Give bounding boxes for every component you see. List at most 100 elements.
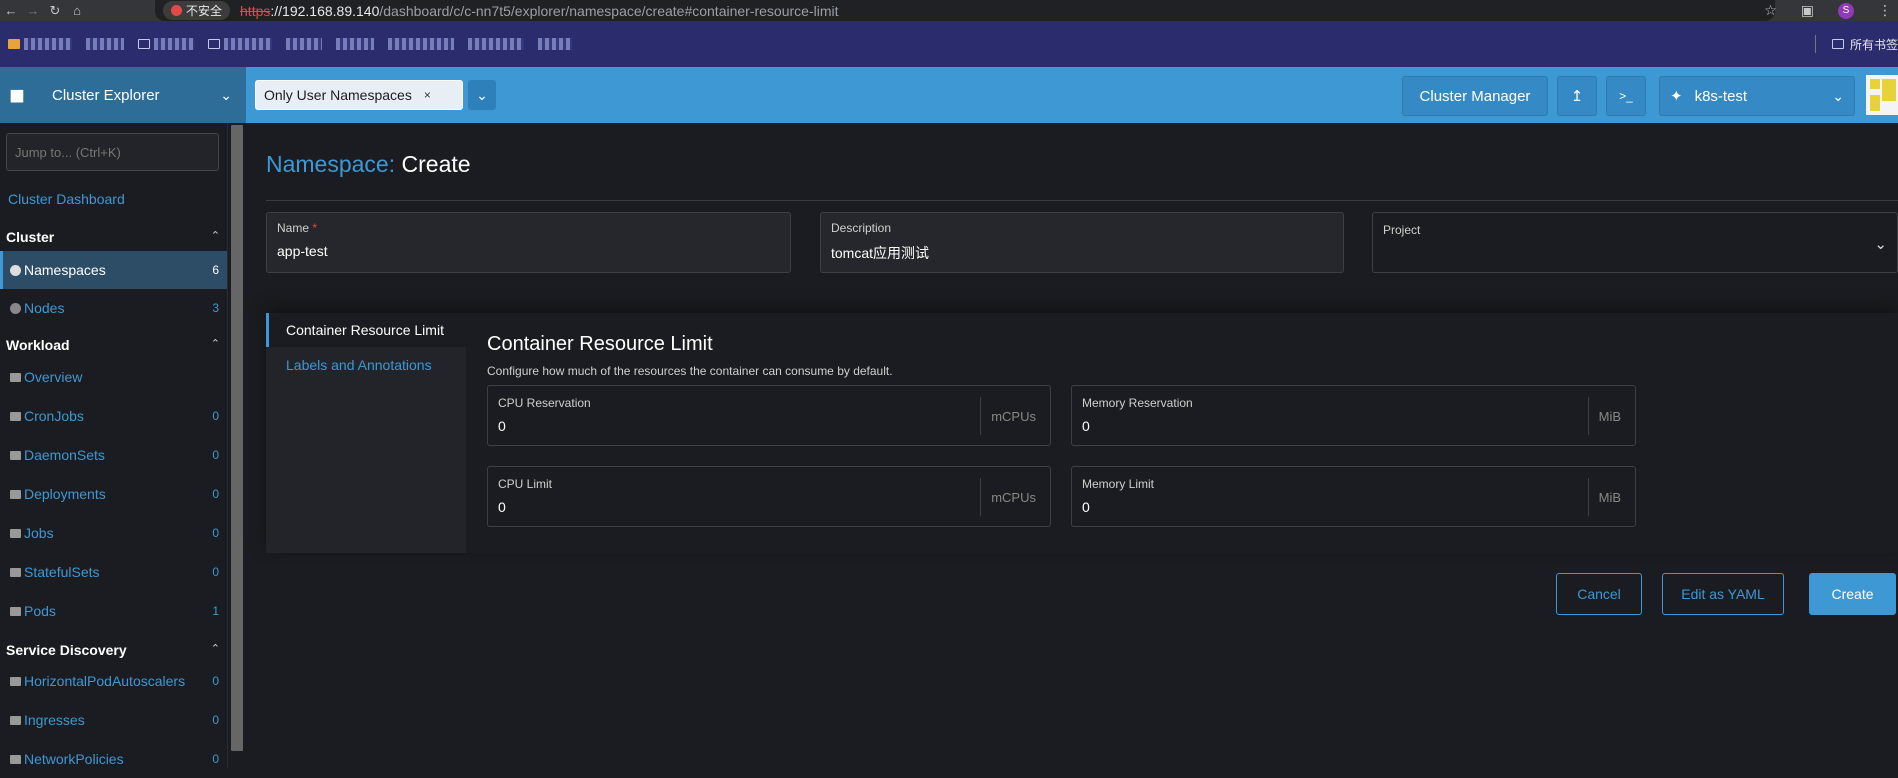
sidebar-item-cronjobs[interactable]: CronJobs 0	[0, 397, 227, 435]
bookmark-item[interactable]	[8, 37, 72, 51]
cancel-button[interactable]: Cancel	[1556, 573, 1642, 615]
sidebar-scrollbar[interactable]	[230, 123, 245, 768]
group-service-discovery[interactable]: Service Discovery ⌃	[6, 642, 220, 658]
sidebar: Jump to... (Ctrl+K) Cluster Dashboard Cl…	[0, 123, 228, 768]
item-count: 6	[212, 263, 219, 277]
cluster-dashboard-link[interactable]: Cluster Dashboard	[8, 191, 125, 207]
namespace-filter[interactable]: Only User Namespaces ×	[255, 80, 463, 110]
chevron-up-icon: ⌃	[210, 230, 220, 242]
sidebar-item-label: Deployments	[24, 486, 106, 502]
star-icon[interactable]: ☆	[1764, 2, 1777, 19]
sidebar-item-ingresses[interactable]: Ingresses 0	[0, 701, 227, 739]
app-header: ■ Cluster Explorer ⌄ Only User Namespace…	[0, 67, 1898, 123]
sidebar-item-hpa[interactable]: HorizontalPodAutoscalers 0	[0, 662, 227, 700]
sidebar-item-overview[interactable]: Overview	[0, 358, 227, 396]
security-indicator[interactable]: 不安全	[163, 1, 231, 20]
field-label: CPU Reservation	[498, 396, 591, 410]
folder-icon	[10, 372, 21, 382]
description-field[interactable]: Description tomcat应用测试	[820, 212, 1344, 273]
reload-icon[interactable]: ↻	[44, 0, 66, 21]
sidebar-item-label: Jobs	[24, 525, 54, 541]
folder-icon	[208, 39, 220, 49]
sidebar-item-label: CronJobs	[24, 408, 84, 424]
field-label: Memory Limit	[1082, 477, 1155, 491]
bookmark-item[interactable]	[138, 37, 194, 51]
section-description: Configure how much of the resources the …	[487, 364, 893, 378]
tab-list: Container Resource Limit Labels and Anno…	[266, 313, 466, 553]
bookmark-item[interactable]	[538, 37, 572, 51]
project-label: Project	[1383, 223, 1421, 237]
cluster-manager-button[interactable]: Cluster Manager	[1402, 76, 1548, 116]
page-title-resource[interactable]: Namespace:	[266, 151, 395, 177]
sidebar-item-nodes[interactable]: Nodes 3	[0, 289, 227, 327]
group-cluster[interactable]: Cluster ⌃	[6, 229, 220, 245]
folder-icon	[10, 754, 21, 764]
create-button[interactable]: Create	[1809, 573, 1896, 615]
bookmarks-bar: 所有书签	[0, 21, 1898, 67]
folder-icon	[10, 411, 21, 421]
chevron-down-icon: ⌄	[1874, 236, 1887, 253]
cpu-reservation-field[interactable]: CPU Reservation 0 mCPUs	[487, 385, 1051, 446]
cpu-limit-field[interactable]: CPU Limit 0 mCPUs	[487, 466, 1051, 527]
namespace-filter-dropdown[interactable]: ⌄	[468, 80, 496, 110]
project-select[interactable]: Project ⌄	[1372, 212, 1898, 273]
cluster-name: k8s-test	[1694, 87, 1748, 105]
tab-labels-annotations[interactable]: Labels and Annotations	[266, 348, 466, 382]
memory-reservation-field[interactable]: Memory Reservation 0 MiB	[1071, 385, 1636, 446]
home-icon[interactable]: ⌂	[66, 0, 88, 21]
sidebar-item-jobs[interactable]: Jobs 0	[0, 514, 227, 552]
group-workload[interactable]: Workload ⌃	[6, 337, 220, 353]
scrollbar-thumb[interactable]	[231, 125, 243, 751]
terminal-icon: >_	[1619, 89, 1633, 103]
product-switcher[interactable]: ■ Cluster Explorer ⌄	[0, 67, 246, 123]
menu-icon[interactable]: ⋮	[1878, 2, 1892, 19]
tab-container-resource-limit[interactable]: Container Resource Limit	[266, 313, 466, 347]
item-count: 3	[212, 301, 219, 315]
unit-suffix: MiB	[1587, 478, 1635, 516]
page-title-action: Create	[401, 151, 471, 177]
sidebar-item-label: Overview	[24, 369, 83, 385]
sidebar-item-networkpolicies[interactable]: NetworkPolicies 0	[0, 740, 227, 778]
sidebar-item-deployments[interactable]: Deployments 0	[0, 475, 227, 513]
memory-limit-input[interactable]: 0	[1082, 499, 1090, 515]
cpu-reservation-input[interactable]: 0	[498, 418, 506, 434]
description-input[interactable]: tomcat应用测试	[831, 243, 1333, 263]
memory-reservation-input[interactable]: 0	[1082, 418, 1090, 434]
name-input[interactable]: app-test	[277, 243, 780, 259]
address-bar[interactable]: 不安全 https://192.168.89.140/dashboard/c/c…	[155, 0, 1775, 21]
bookmark-item[interactable]	[336, 37, 374, 51]
sidebar-item-daemonsets[interactable]: DaemonSets 0	[0, 436, 227, 474]
sidebar-item-namespaces[interactable]: Namespaces 6	[0, 251, 227, 289]
edit-yaml-button[interactable]: Edit as YAML	[1662, 573, 1784, 615]
bookmark-item[interactable]	[208, 37, 272, 51]
memory-limit-field[interactable]: Memory Limit 0 MiB	[1071, 466, 1636, 527]
kubectl-shell-button[interactable]: >_	[1606, 76, 1646, 116]
bookmark-item[interactable]	[468, 37, 524, 51]
profile-avatar[interactable]: S	[1838, 2, 1854, 19]
folder-icon	[10, 606, 21, 616]
sidebar-item-statefulsets[interactable]: StatefulSets 0	[0, 553, 227, 591]
group-label: Service Discovery	[6, 642, 127, 658]
jump-to-search[interactable]: Jump to... (Ctrl+K)	[6, 133, 219, 171]
bookmark-item[interactable]	[86, 37, 124, 51]
sidebar-item-pods[interactable]: Pods 1	[0, 592, 227, 630]
name-field[interactable]: Name * app-test	[266, 212, 791, 273]
back-icon[interactable]: ←	[0, 0, 22, 21]
folder-icon	[10, 567, 21, 577]
all-bookmarks[interactable]: 所有书签	[1814, 21, 1898, 67]
cluster-selector[interactable]: ✦ k8s-test ⌄	[1659, 76, 1855, 116]
import-yaml-button[interactable]: ↥	[1557, 76, 1597, 116]
folder-icon	[1831, 39, 1844, 49]
extensions-icon[interactable]: ▣	[1801, 2, 1814, 19]
user-avatar[interactable]	[1866, 75, 1898, 115]
main-content: Namespace: Create Name * app-test Descri…	[245, 123, 1898, 768]
cpu-limit-input[interactable]: 0	[498, 499, 506, 515]
item-count: 0	[212, 487, 219, 501]
warning-icon	[171, 5, 182, 16]
close-icon[interactable]: ×	[424, 88, 431, 102]
bookmark-item[interactable]	[286, 37, 322, 51]
forward-icon[interactable]: →	[22, 0, 44, 21]
chevron-down-icon: ⌄	[476, 86, 488, 103]
sidebar-item-label: DaemonSets	[24, 447, 105, 463]
bookmark-item[interactable]	[388, 37, 454, 51]
